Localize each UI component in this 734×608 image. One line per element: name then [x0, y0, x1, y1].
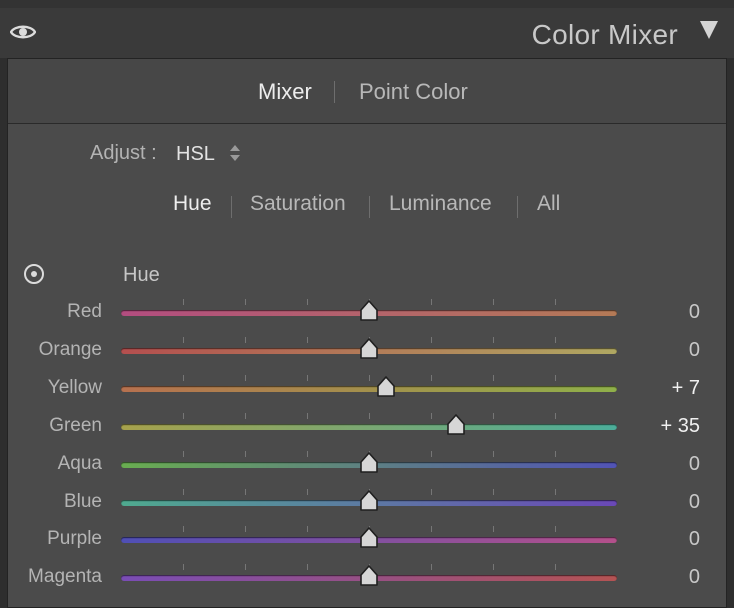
slider-thumb-red[interactable]: [359, 300, 379, 322]
slider-label-yellow: Yellow: [47, 377, 102, 398]
section-title: Hue: [123, 264, 160, 286]
slider-label-red: Red: [67, 301, 102, 322]
slider-ticks: [121, 413, 617, 419]
slider-value-red[interactable]: 0: [689, 301, 700, 324]
adjust-label: Adjust :: [90, 142, 157, 164]
slider-label-aqua: Aqua: [57, 453, 102, 474]
slider-value-orange[interactable]: 0: [689, 339, 700, 362]
slider-thumb-aqua[interactable]: [359, 452, 379, 474]
slider-track-green[interactable]: [121, 424, 617, 430]
target-adjust-icon[interactable]: [24, 264, 44, 284]
mode-switcher: Mixer Point Color: [8, 59, 726, 124]
slider-value-green[interactable]: + 35: [661, 415, 700, 438]
triangle-down-icon[interactable]: [700, 21, 718, 39]
subtab-hue[interactable]: Hue: [173, 192, 212, 216]
slider-value-yellow[interactable]: + 7: [672, 377, 700, 400]
slider-thumb-yellow[interactable]: [376, 376, 396, 398]
slider-value-aqua[interactable]: 0: [689, 453, 700, 476]
subtab-saturation[interactable]: Saturation: [250, 192, 346, 216]
subtab-separator: [369, 196, 370, 218]
subtab-separator: [517, 196, 518, 218]
mode-mixer[interactable]: Mixer: [258, 79, 312, 105]
eye-icon[interactable]: [10, 23, 36, 41]
slider-value-magenta[interactable]: 0: [689, 566, 700, 589]
slider-label-blue: Blue: [63, 491, 102, 512]
panel-title: Color Mixer: [531, 19, 678, 50]
adjust-select[interactable]: HSL: [176, 143, 215, 166]
slider-label-green: Green: [49, 415, 102, 436]
color-mixer-panel: Mixer Point Color Adjust : HSL Hue Satur…: [7, 58, 727, 608]
slider-thumb-blue[interactable]: [359, 490, 379, 512]
up-down-arrows-icon[interactable]: [230, 145, 240, 163]
slider-thumb-magenta[interactable]: [359, 565, 379, 587]
subtab-luminance[interactable]: Luminance: [389, 192, 492, 216]
slider-value-blue[interactable]: 0: [689, 491, 700, 514]
slider-thumb-purple[interactable]: [359, 527, 379, 549]
slider-track-yellow[interactable]: [121, 386, 617, 392]
slider-label-orange: Orange: [38, 339, 102, 360]
subtab-all[interactable]: All: [537, 192, 560, 216]
slider-thumb-orange[interactable]: [359, 338, 379, 360]
slider-ticks: [121, 375, 617, 381]
slider-label-magenta: Magenta: [28, 566, 102, 587]
mode-point-color[interactable]: Point Color: [359, 79, 468, 105]
color-mixer-header[interactable]: Color Mixer: [0, 8, 734, 58]
slider-value-purple[interactable]: 0: [689, 528, 700, 551]
subtab-separator: [231, 196, 232, 218]
slider-thumb-green[interactable]: [446, 414, 466, 436]
slider-label-purple: Purple: [47, 528, 102, 549]
mode-separator: [334, 81, 335, 103]
